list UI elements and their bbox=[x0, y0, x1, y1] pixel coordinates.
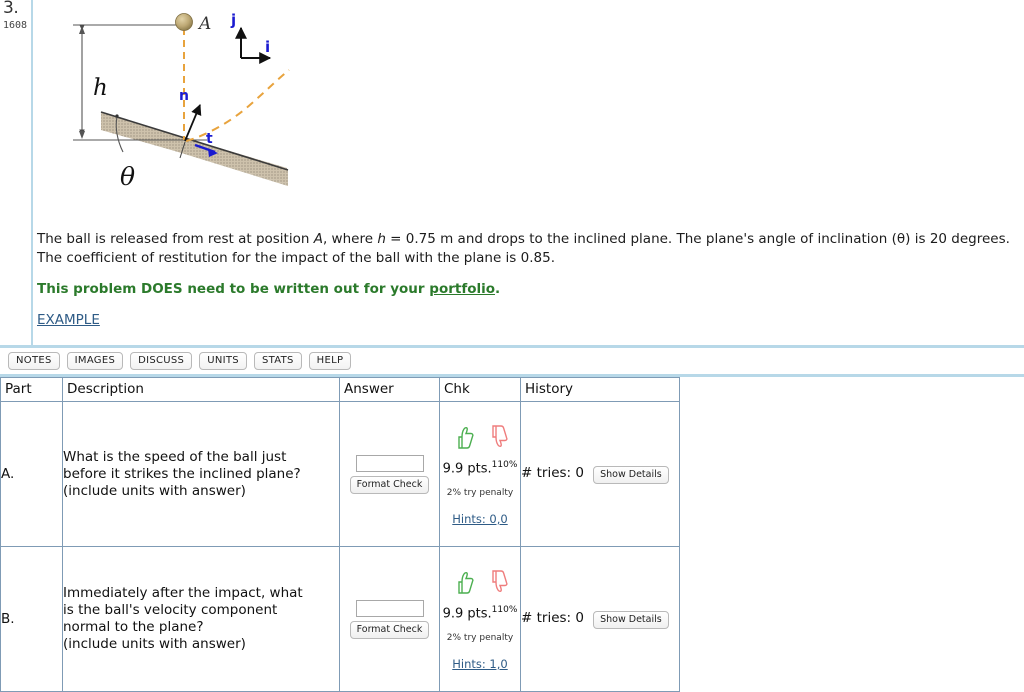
row-b-thumbs bbox=[440, 569, 520, 597]
problem-figure: A h θ n t j i bbox=[55, 0, 315, 205]
parts-table: Part Description Answer Chk History A. W… bbox=[0, 377, 680, 692]
row-a-percent: 110% bbox=[491, 460, 518, 471]
table-header-row: Part Description Answer Chk History bbox=[0, 377, 680, 402]
row-a-points-value: 9.9 pts. bbox=[442, 461, 492, 477]
problem-body: A h θ n t j i The ball is released from … bbox=[35, 0, 1024, 346]
row-a-show-details-button[interactable]: Show Details bbox=[593, 465, 669, 484]
problem-id: 1608 bbox=[3, 20, 28, 31]
notes-button[interactable]: NOTES bbox=[8, 352, 60, 370]
row-b-description: Immediately after the impact, what is th… bbox=[62, 546, 340, 692]
row-b-points: 9.9 pts.110% bbox=[440, 605, 520, 621]
ball-shape bbox=[175, 13, 193, 31]
row-b-answer-input[interactable] bbox=[355, 599, 424, 617]
row-a-points: 9.9 pts.110% bbox=[440, 460, 520, 476]
problem-toolbar: NOTES IMAGES DISCUSS UNITS STATS HELP bbox=[0, 348, 1024, 374]
problem-gutter: 3. 1608 bbox=[0, 0, 33, 346]
trajectory-path bbox=[183, 28, 290, 142]
statement-symbol-h: h bbox=[377, 231, 386, 247]
thumbs-up-icon bbox=[458, 572, 474, 595]
figure-label-h: h bbox=[93, 75, 108, 101]
header-description: Description bbox=[62, 377, 340, 402]
row-b-desc-line: (include units with answer) bbox=[63, 636, 246, 652]
portfolio-note-prefix: This problem DOES need to be written out… bbox=[37, 281, 430, 297]
row-a-answer-cell: Format Check bbox=[339, 401, 440, 547]
row-a-thumbs bbox=[440, 424, 520, 452]
row-b-desc-line: Immediately after the impact, what bbox=[63, 585, 303, 601]
table-row: B. Immediately after the impact, what is… bbox=[0, 546, 680, 692]
example-link[interactable]: EXAMPLE bbox=[37, 312, 100, 328]
row-a-tries: # tries: 0 bbox=[521, 464, 584, 481]
row-a-answer-input[interactable] bbox=[355, 454, 424, 472]
row-a-desc-line: What is the speed of the ball just bbox=[63, 448, 287, 465]
row-a-format-check-button[interactable]: Format Check bbox=[349, 475, 430, 494]
figure-label-j: j bbox=[230, 11, 236, 29]
figure-label-n: n bbox=[179, 88, 189, 104]
row-a-desc-line: before it strikes the inclined plane? bbox=[63, 465, 301, 482]
row-a-desc-line: (include units with answer) bbox=[63, 482, 246, 499]
figure-label-i: i bbox=[265, 38, 270, 56]
row-b-hints-link[interactable]: Hints: 1,0 bbox=[452, 657, 507, 671]
table-row: A. What is the speed of the ball just be… bbox=[0, 401, 680, 547]
row-a-penalty: 2% try penalty bbox=[446, 487, 514, 498]
portfolio-note: This problem DOES need to be written out… bbox=[37, 281, 500, 297]
header-chk: Chk bbox=[439, 377, 521, 402]
figure-label-t: t bbox=[206, 131, 213, 147]
header-answer: Answer bbox=[339, 377, 440, 402]
figure-label-theta: θ bbox=[120, 162, 135, 191]
row-b-answer-cell: Format Check bbox=[339, 546, 440, 692]
help-button[interactable]: HELP bbox=[308, 352, 352, 370]
row-a-hints-link[interactable]: Hints: 0,0 bbox=[452, 512, 507, 526]
row-b-tries: # tries: 0 bbox=[521, 609, 584, 626]
height-dimension bbox=[79, 24, 85, 139]
stats-button[interactable]: STATS bbox=[253, 352, 302, 370]
row-a-description: What is the speed of the ball just befor… bbox=[62, 401, 340, 547]
statement-text-2: , where bbox=[322, 231, 378, 247]
row-b-desc-line: is the ball's velocity component bbox=[63, 602, 278, 618]
units-button[interactable]: UNITS bbox=[199, 352, 247, 370]
normal-vector-arrow bbox=[184, 104, 202, 142]
row-b-hints-wrapper: Hints: 1,0 bbox=[440, 657, 520, 671]
row-b-points-value: 9.9 pts. bbox=[442, 606, 492, 622]
statement-text-1: The ball is released from rest at positi… bbox=[37, 231, 314, 247]
discuss-button[interactable]: DISCUSS bbox=[130, 352, 193, 370]
row-a-history-cell: # tries: 0 Show Details bbox=[520, 401, 680, 547]
row-a-hints-wrapper: Hints: 0,0 bbox=[440, 512, 520, 526]
row-b-format-check-button[interactable]: Format Check bbox=[349, 620, 430, 639]
row-b-percent: 110% bbox=[491, 605, 518, 616]
row-b-part-label: B. bbox=[0, 546, 63, 692]
row-a-chk-cell: 9.9 pts.110% 2% try penalty Hints: 0,0 bbox=[439, 401, 521, 547]
example-link-wrapper: EXAMPLE bbox=[37, 312, 100, 328]
thumbs-down-icon bbox=[492, 570, 508, 593]
row-b-penalty: 2% try penalty bbox=[446, 632, 514, 643]
row-b-history-cell: # tries: 0 Show Details bbox=[520, 546, 680, 692]
header-part: Part bbox=[0, 377, 63, 402]
problem-region: 3. 1608 A h θ n t j i The ball is releas… bbox=[0, 0, 1024, 346]
row-b-show-details-button[interactable]: Show Details bbox=[593, 610, 669, 629]
row-b-chk-cell: 9.9 pts.110% 2% try penalty Hints: 1,0 bbox=[439, 546, 521, 692]
problem-number: 3. bbox=[3, 0, 19, 18]
portfolio-note-suffix: . bbox=[495, 281, 501, 297]
images-button[interactable]: IMAGES bbox=[66, 352, 124, 370]
statement-position-A: A bbox=[313, 231, 323, 247]
thumbs-down-icon bbox=[492, 425, 508, 448]
figure-label-A: A bbox=[197, 14, 211, 34]
portfolio-link[interactable]: portfolio bbox=[429, 281, 495, 297]
row-b-desc-line: normal to the plane? bbox=[63, 619, 204, 635]
thumbs-up-icon bbox=[458, 427, 474, 450]
header-history: History bbox=[520, 377, 680, 402]
problem-statement: The ball is released from rest at positi… bbox=[37, 230, 1017, 268]
row-a-part-label: A. bbox=[0, 401, 63, 547]
